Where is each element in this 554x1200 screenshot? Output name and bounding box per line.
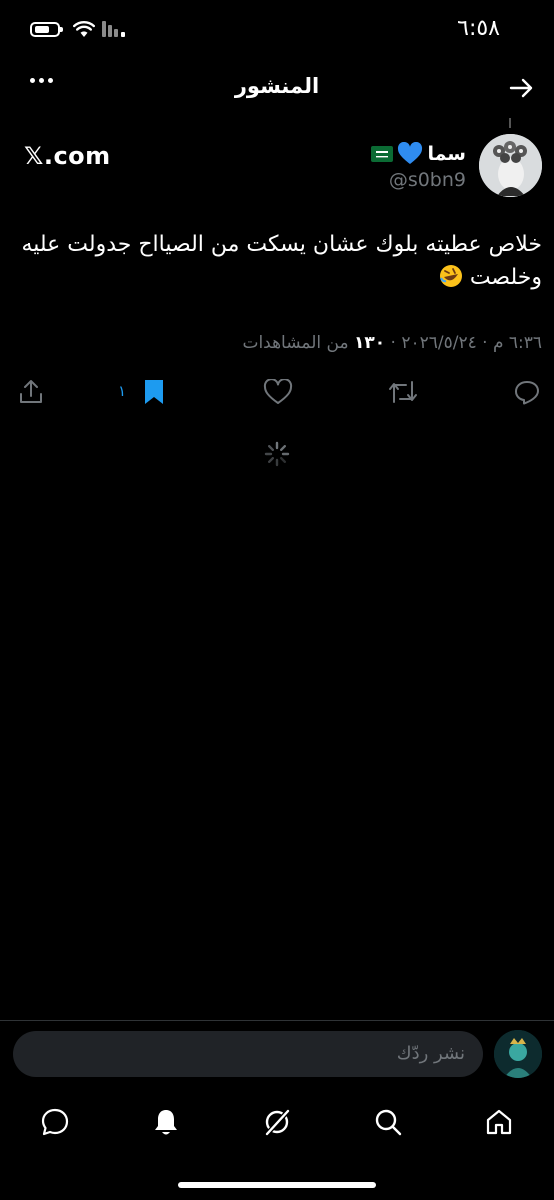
post-datetime: ٦:٣٦ م · ٢٠٢٦/٥/٢٤ ·: [385, 333, 542, 353]
like-icon[interactable]: [263, 379, 293, 405]
my-avatar[interactable]: [494, 1030, 542, 1078]
views-label: من المشاهدات: [242, 333, 349, 353]
search-icon[interactable]: [373, 1107, 403, 1137]
retweet-icon[interactable]: [387, 378, 419, 406]
wifi-icon: [73, 21, 95, 37]
battery-icon: [30, 22, 63, 37]
rolling-on-the-floor-laughing-emoji: [439, 265, 462, 287]
reply-input[interactable]: نشر ردّك: [13, 1031, 483, 1077]
home-icon[interactable]: [484, 1107, 514, 1137]
author-handle[interactable]: @s0bn9: [389, 169, 466, 191]
arrow-right-icon[interactable]: [509, 76, 535, 100]
post-text-body: خلاص عطيته بلوك عشان يسكت من الصيااح جدو…: [21, 232, 542, 290]
page-title: المنشور: [234, 74, 320, 98]
source-label: 𝕏.com: [24, 142, 111, 170]
share-icon[interactable]: [17, 378, 45, 406]
post-meta: ٦:٣٦ م · ٢٠٢٦/٥/٢٤ · ١٣٠ من المشاهدات: [242, 333, 542, 353]
blue-heart-emoji: [398, 142, 423, 164]
post-text: خلاص عطيته بلوك عشان يسكت من الصيااح جدو…: [12, 228, 542, 294]
thread-line: [509, 118, 511, 128]
bookmark-icon[interactable]: [143, 378, 165, 406]
reply-placeholder: نشر ردّك: [396, 1043, 465, 1064]
reply-icon[interactable]: [513, 378, 541, 406]
loading-spinner-icon: [264, 441, 290, 467]
home-indicator: [178, 1182, 376, 1188]
views-count: ١٣٠: [354, 333, 386, 353]
saudi-flag-emoji: [371, 146, 394, 162]
display-name[interactable]: سما: [427, 143, 466, 165]
status-time: ٦:٥٨: [457, 16, 500, 41]
grok-icon[interactable]: [262, 1107, 292, 1137]
divider: [0, 1020, 554, 1021]
messages-icon[interactable]: [40, 1107, 70, 1137]
notifications-icon[interactable]: [151, 1107, 181, 1137]
bookmark-count: ١: [118, 382, 127, 400]
author-avatar[interactable]: [479, 134, 542, 197]
cellular-signal-icon: [102, 21, 125, 37]
author-name-row[interactable]: سما: [371, 142, 466, 166]
